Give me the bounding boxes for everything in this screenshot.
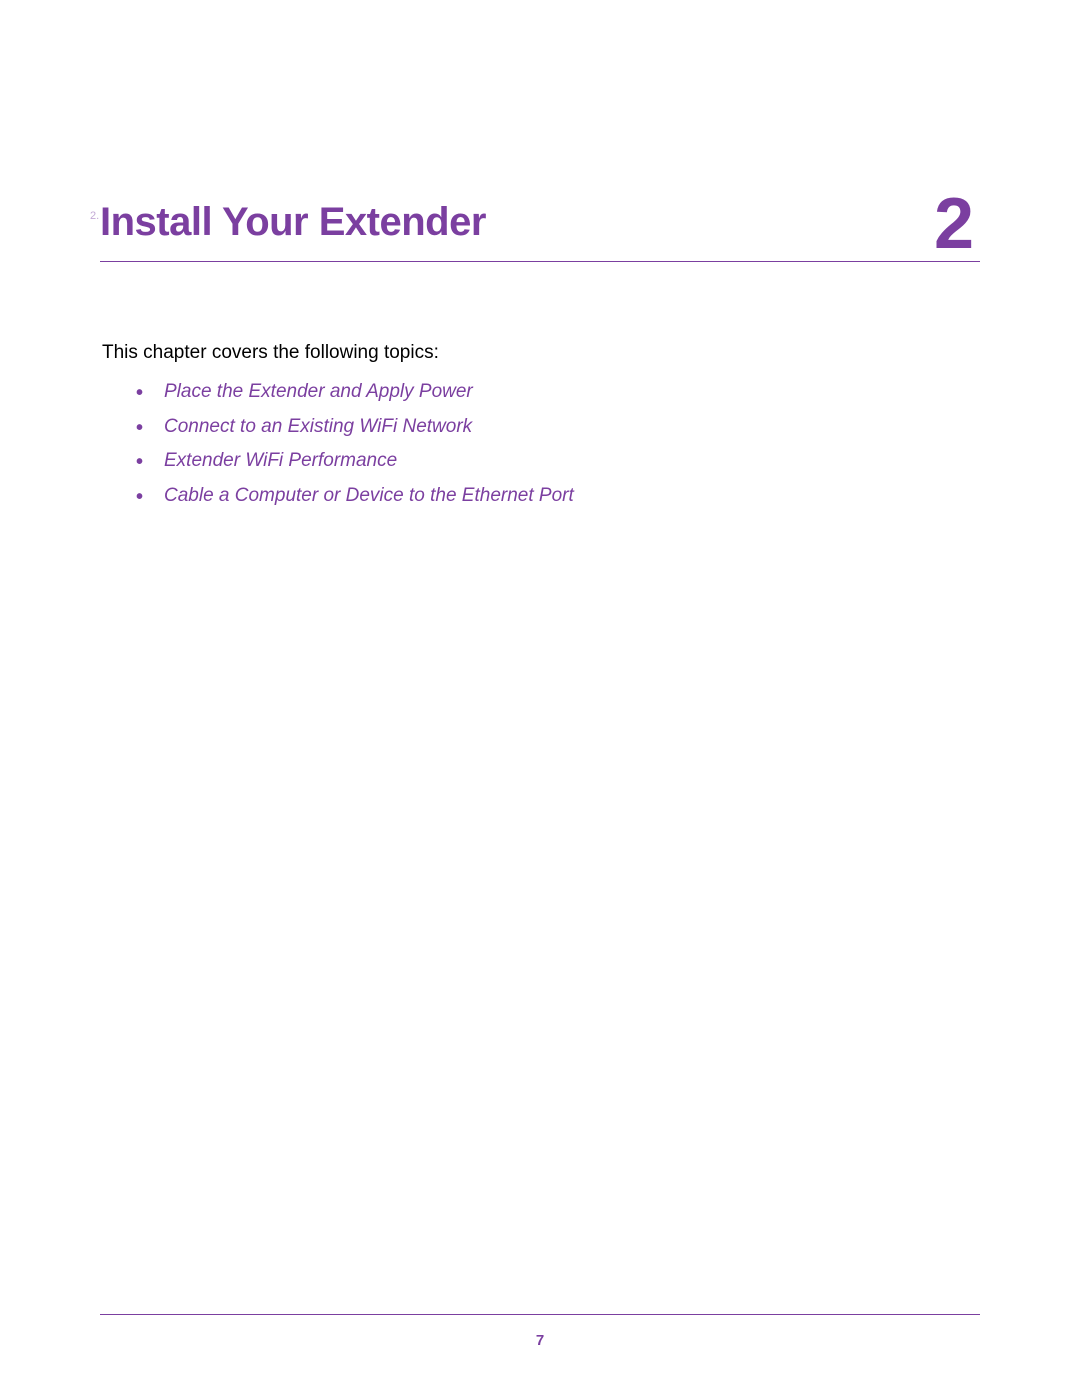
document-page: 2. Install Your Extender 2 This chapter …	[0, 0, 1080, 1397]
page-number: 7	[0, 1332, 1080, 1349]
chapter-title: Install Your Extender	[100, 200, 486, 246]
chapter-header: 2. Install Your Extender 2	[100, 200, 980, 262]
topic-link[interactable]: Extender WiFi Performance	[136, 447, 980, 476]
intro-paragraph: This chapter covers the following topics…	[102, 342, 980, 364]
topic-link[interactable]: Connect to an Existing WiFi Network	[136, 413, 980, 442]
footer-rule	[100, 1314, 980, 1315]
topics-list: Place the Extender and Apply Power Conne…	[136, 378, 980, 510]
chapter-marker: 2.	[90, 210, 99, 222]
topic-link[interactable]: Cable a Computer or Device to the Ethern…	[136, 482, 980, 511]
topic-link[interactable]: Place the Extender and Apply Power	[136, 378, 980, 407]
chapter-number: 2	[934, 194, 974, 255]
